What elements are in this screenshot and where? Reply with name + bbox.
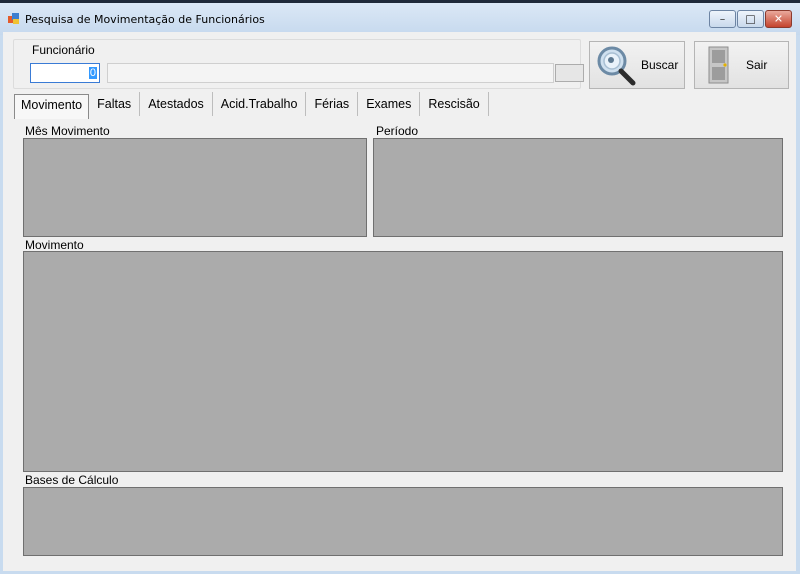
employee-code-input[interactable]: 0	[30, 63, 100, 83]
minimize-button[interactable]: –	[709, 10, 736, 28]
window-title: Pesquisa de Movimentação de Funcionários	[25, 13, 265, 26]
sair-button[interactable]: Sair	[694, 41, 789, 89]
buscar-label: Buscar	[641, 58, 679, 72]
tab-movimento[interactable]: Movimento	[14, 94, 90, 119]
tab-strip: Movimento Faltas Atestados Acid.Trabalho…	[14, 92, 489, 119]
tab-atestados[interactable]: Atestados	[140, 92, 213, 116]
mes-movimento-label: Mês Movimento	[25, 124, 110, 138]
app-form-icon	[8, 13, 19, 24]
movimento-label: Movimento	[25, 238, 84, 252]
magnifier-icon	[597, 46, 636, 86]
door-icon	[708, 46, 729, 84]
maximize-button[interactable]: □	[737, 10, 764, 28]
maximize-icon: □	[745, 12, 756, 26]
form-client-area: Funcionário 0 Buscar Sair Movimento Falt…	[3, 32, 796, 571]
close-icon: ✕	[773, 12, 784, 26]
tab-faltas[interactable]: Faltas	[89, 92, 141, 116]
mes-movimento-grid[interactable]	[23, 138, 367, 237]
close-button[interactable]: ✕	[765, 10, 792, 28]
lookup-button[interactable]	[555, 64, 584, 82]
tab-ferias[interactable]: Férias	[306, 92, 359, 116]
minimize-icon: –	[719, 12, 726, 26]
tab-exames[interactable]: Exames	[358, 92, 421, 116]
funcionario-group: Funcionário 0	[13, 39, 584, 89]
periodo-label: Período	[376, 124, 419, 138]
movimento-grid[interactable]	[23, 251, 783, 472]
funcionario-label: Funcionário	[31, 43, 96, 57]
sair-label: Sair	[746, 58, 768, 72]
employee-name-field[interactable]	[107, 63, 554, 83]
app-window: Pesquisa de Movimentação de Funcionários…	[0, 0, 800, 574]
tab-rescisao[interactable]: Rescisão	[420, 92, 489, 116]
periodo-grid[interactable]	[373, 138, 783, 237]
bases-calculo-label: Bases de Cálculo	[25, 473, 119, 487]
title-bar[interactable]: Pesquisa de Movimentação de Funcionários…	[0, 3, 800, 35]
buscar-button[interactable]: Buscar	[589, 41, 685, 89]
bases-calculo-grid[interactable]	[23, 487, 783, 556]
tab-acid-trabalho[interactable]: Acid.Trabalho	[213, 92, 307, 116]
